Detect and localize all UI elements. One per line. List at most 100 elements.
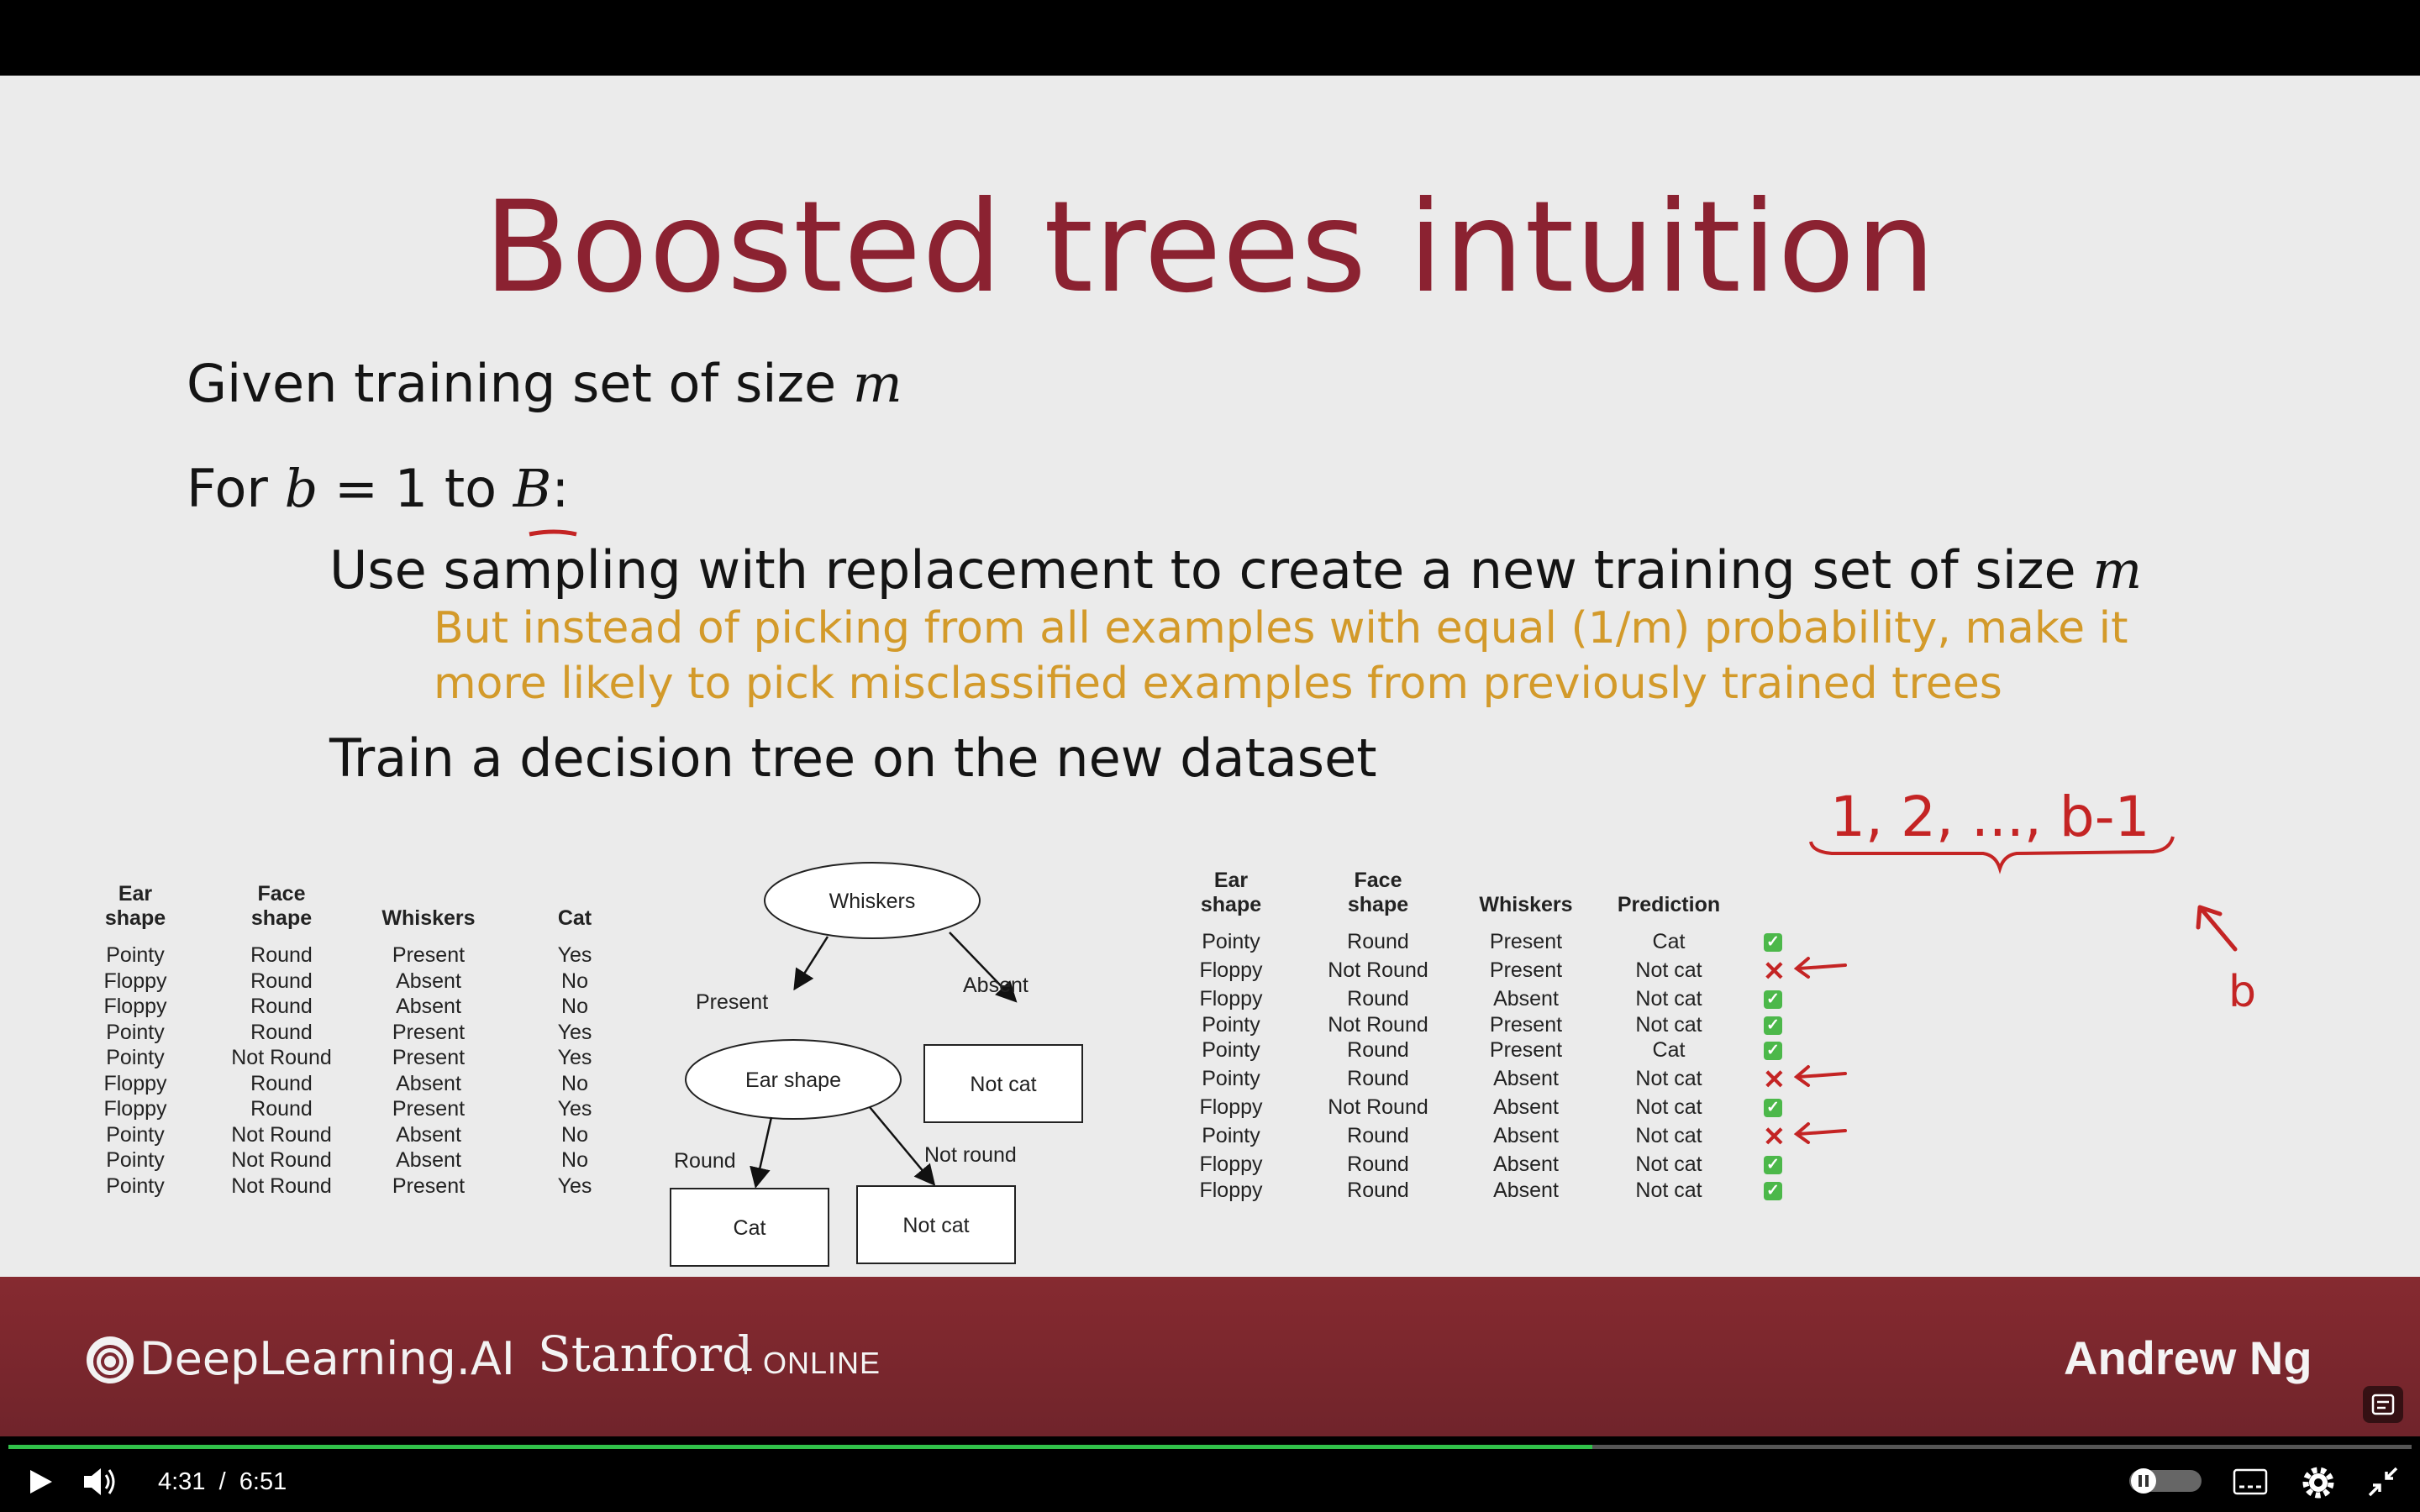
table-cell: Not cat — [1635, 1178, 1702, 1202]
table-cell: Round — [1347, 1152, 1409, 1176]
table-cell: Not Round — [1328, 1012, 1428, 1037]
current-time: 4:31 — [158, 1468, 206, 1495]
toggle-knob — [2131, 1468, 2156, 1494]
table-cell: Round — [250, 995, 313, 1018]
table-row: Floppy Not Round Absent Not cat ✓ — [1176, 1095, 1865, 1121]
duration: 6:51 — [239, 1468, 287, 1495]
stanford-brand: Stanford — [538, 1326, 754, 1383]
table-cell: Not cat — [1635, 1012, 1702, 1037]
table-cell: Present — [392, 1046, 466, 1069]
slide-footer: DeepLearning.AI Stanford ONLINE Andrew N… — [0, 1277, 2420, 1436]
table-row: Floppy Round Present Yes — [84, 1096, 669, 1122]
table-cell: No — [561, 969, 588, 993]
table-cell: Yes — [557, 1046, 592, 1069]
table-cell: Round — [250, 969, 313, 993]
header-ear-2: shape — [1200, 893, 1262, 916]
table-cell: Round — [1347, 1038, 1409, 1062]
handwritten-b: b — [2228, 967, 2256, 1017]
table-cell: Round — [250, 1097, 313, 1121]
table-cell: Round — [250, 943, 313, 967]
arrow-cell — [1790, 1152, 1865, 1178]
exit-fullscreen-icon[interactable] — [2366, 1465, 2400, 1499]
table-cell: Not cat — [1635, 1152, 1702, 1176]
arrow-cell — [1790, 986, 1865, 1012]
table-cell: Yes — [557, 1173, 592, 1198]
table-cell: Floppy — [103, 1097, 167, 1121]
table-cell: Pointy — [1202, 1038, 1260, 1062]
arrow-cell — [1790, 955, 1865, 987]
result-mark: ✓ — [1756, 929, 1790, 955]
progress-track[interactable] — [8, 1445, 2412, 1449]
decision-tree-diagram: Whiskers Present Absent Ear shape Not ca… — [670, 862, 1083, 1267]
table-row: Pointy Not Round Present Yes — [84, 1173, 669, 1200]
header-ear-2: shape — [104, 906, 166, 930]
arrow-cell — [1790, 1121, 1865, 1152]
leaf-notcat-right-label: Not cat — [970, 1073, 1036, 1096]
result-mark: ✕ — [1756, 1121, 1790, 1152]
table-row: Pointy Round Present Yes — [84, 1020, 669, 1046]
arrow-cell — [1790, 1012, 1865, 1038]
table-cell: Present — [392, 1173, 466, 1198]
table-cell: Not cat — [1635, 1124, 1702, 1147]
table-row: Pointy Not Round Absent No — [84, 1147, 669, 1173]
brand-divider — [744, 1337, 747, 1374]
time-separator: / — [218, 1468, 226, 1495]
pause-icon — [2139, 1475, 2149, 1487]
table-cell: No — [561, 995, 588, 1018]
table-row: Floppy Round Absent Not cat ✓ — [1176, 1152, 1865, 1178]
table-cell: Cat — [1652, 1038, 1686, 1062]
edge-ear-notround — [869, 1106, 936, 1186]
cross-icon: ✕ — [1763, 1121, 1786, 1152]
table-cell: Not cat — [1635, 987, 1702, 1011]
play-button[interactable] — [25, 1467, 55, 1497]
table-cell: Round — [250, 1020, 313, 1044]
table-cell: Not Round — [231, 1122, 332, 1147]
table-cell: Pointy — [106, 1148, 165, 1172]
progress-fill — [8, 1445, 1592, 1449]
slide: Boosted trees intuition Given training s… — [0, 76, 2420, 1277]
table-cell: Present — [392, 1020, 466, 1044]
table-cell: Absent — [396, 995, 461, 1018]
table-cell: Not cat — [1635, 1095, 1702, 1119]
header-ear: Ear — [1213, 869, 1249, 892]
stanford-online-sub: ONLINE — [763, 1346, 881, 1380]
header-whiskers: Whiskers — [381, 906, 476, 930]
transcript-toggle-button[interactable] — [2363, 1386, 2403, 1423]
training-data-table: Ear shape Face shape Whiskers Cat Pointy Ro… — [84, 882, 669, 1199]
result-mark: ✓ — [1756, 1178, 1790, 1204]
table-row: Pointy Round Present Yes — [84, 942, 669, 969]
table-row: Pointy Round Present Cat ✓ — [1176, 929, 1865, 955]
deeplearning-logo-icon — [87, 1336, 134, 1383]
volume-icon[interactable] — [81, 1463, 119, 1500]
autoplay-toggle[interactable] — [2129, 1468, 2202, 1494]
table-cell: Present — [392, 1097, 466, 1121]
edge-label-absent: Absent — [963, 974, 1028, 997]
time-display: 4:31 / 6:51 — [158, 1468, 287, 1496]
table-cell: Present — [1489, 958, 1563, 982]
header-face-2: shape — [1347, 893, 1409, 916]
red-arrow-icon — [1793, 956, 1847, 979]
table-cell: Yes — [557, 1097, 592, 1121]
video-player-controls: 4:31 / 6:51 — [0, 1436, 2420, 1512]
header-ear: Ear — [118, 882, 153, 906]
header-whiskers: Whiskers — [1479, 893, 1573, 916]
check-icon: ✓ — [1764, 933, 1782, 953]
table-header-row: Ear shape Face shape Whiskers Cat — [84, 882, 669, 942]
table-row: Floppy Not Round Present Not cat ✕ — [1176, 955, 1865, 987]
tree-ear-label: Ear shape — [745, 1068, 841, 1092]
check-icon: ✓ — [1764, 1156, 1782, 1175]
table-cell: Pointy — [1202, 1012, 1260, 1037]
settings-gear-icon[interactable] — [2301, 1465, 2336, 1500]
table-row: Floppy Round Absent No — [84, 994, 669, 1020]
table-cell: Absent — [1493, 987, 1559, 1011]
table-cell: Round — [1347, 1124, 1409, 1147]
captions-icon[interactable] — [2232, 1467, 2269, 1497]
table-cell: Pointy — [106, 943, 165, 967]
presenter-name: Andrew Ng — [2064, 1331, 2312, 1384]
edge-label-round: Round — [674, 1149, 736, 1173]
table-cell: Present — [1489, 1012, 1563, 1037]
table-row: Pointy Round Absent Not cat ✕ — [1176, 1063, 1865, 1095]
transcript-icon — [2371, 1394, 2395, 1415]
table-cell: Pointy — [106, 1122, 165, 1147]
table-cell: Absent — [1493, 1178, 1559, 1202]
